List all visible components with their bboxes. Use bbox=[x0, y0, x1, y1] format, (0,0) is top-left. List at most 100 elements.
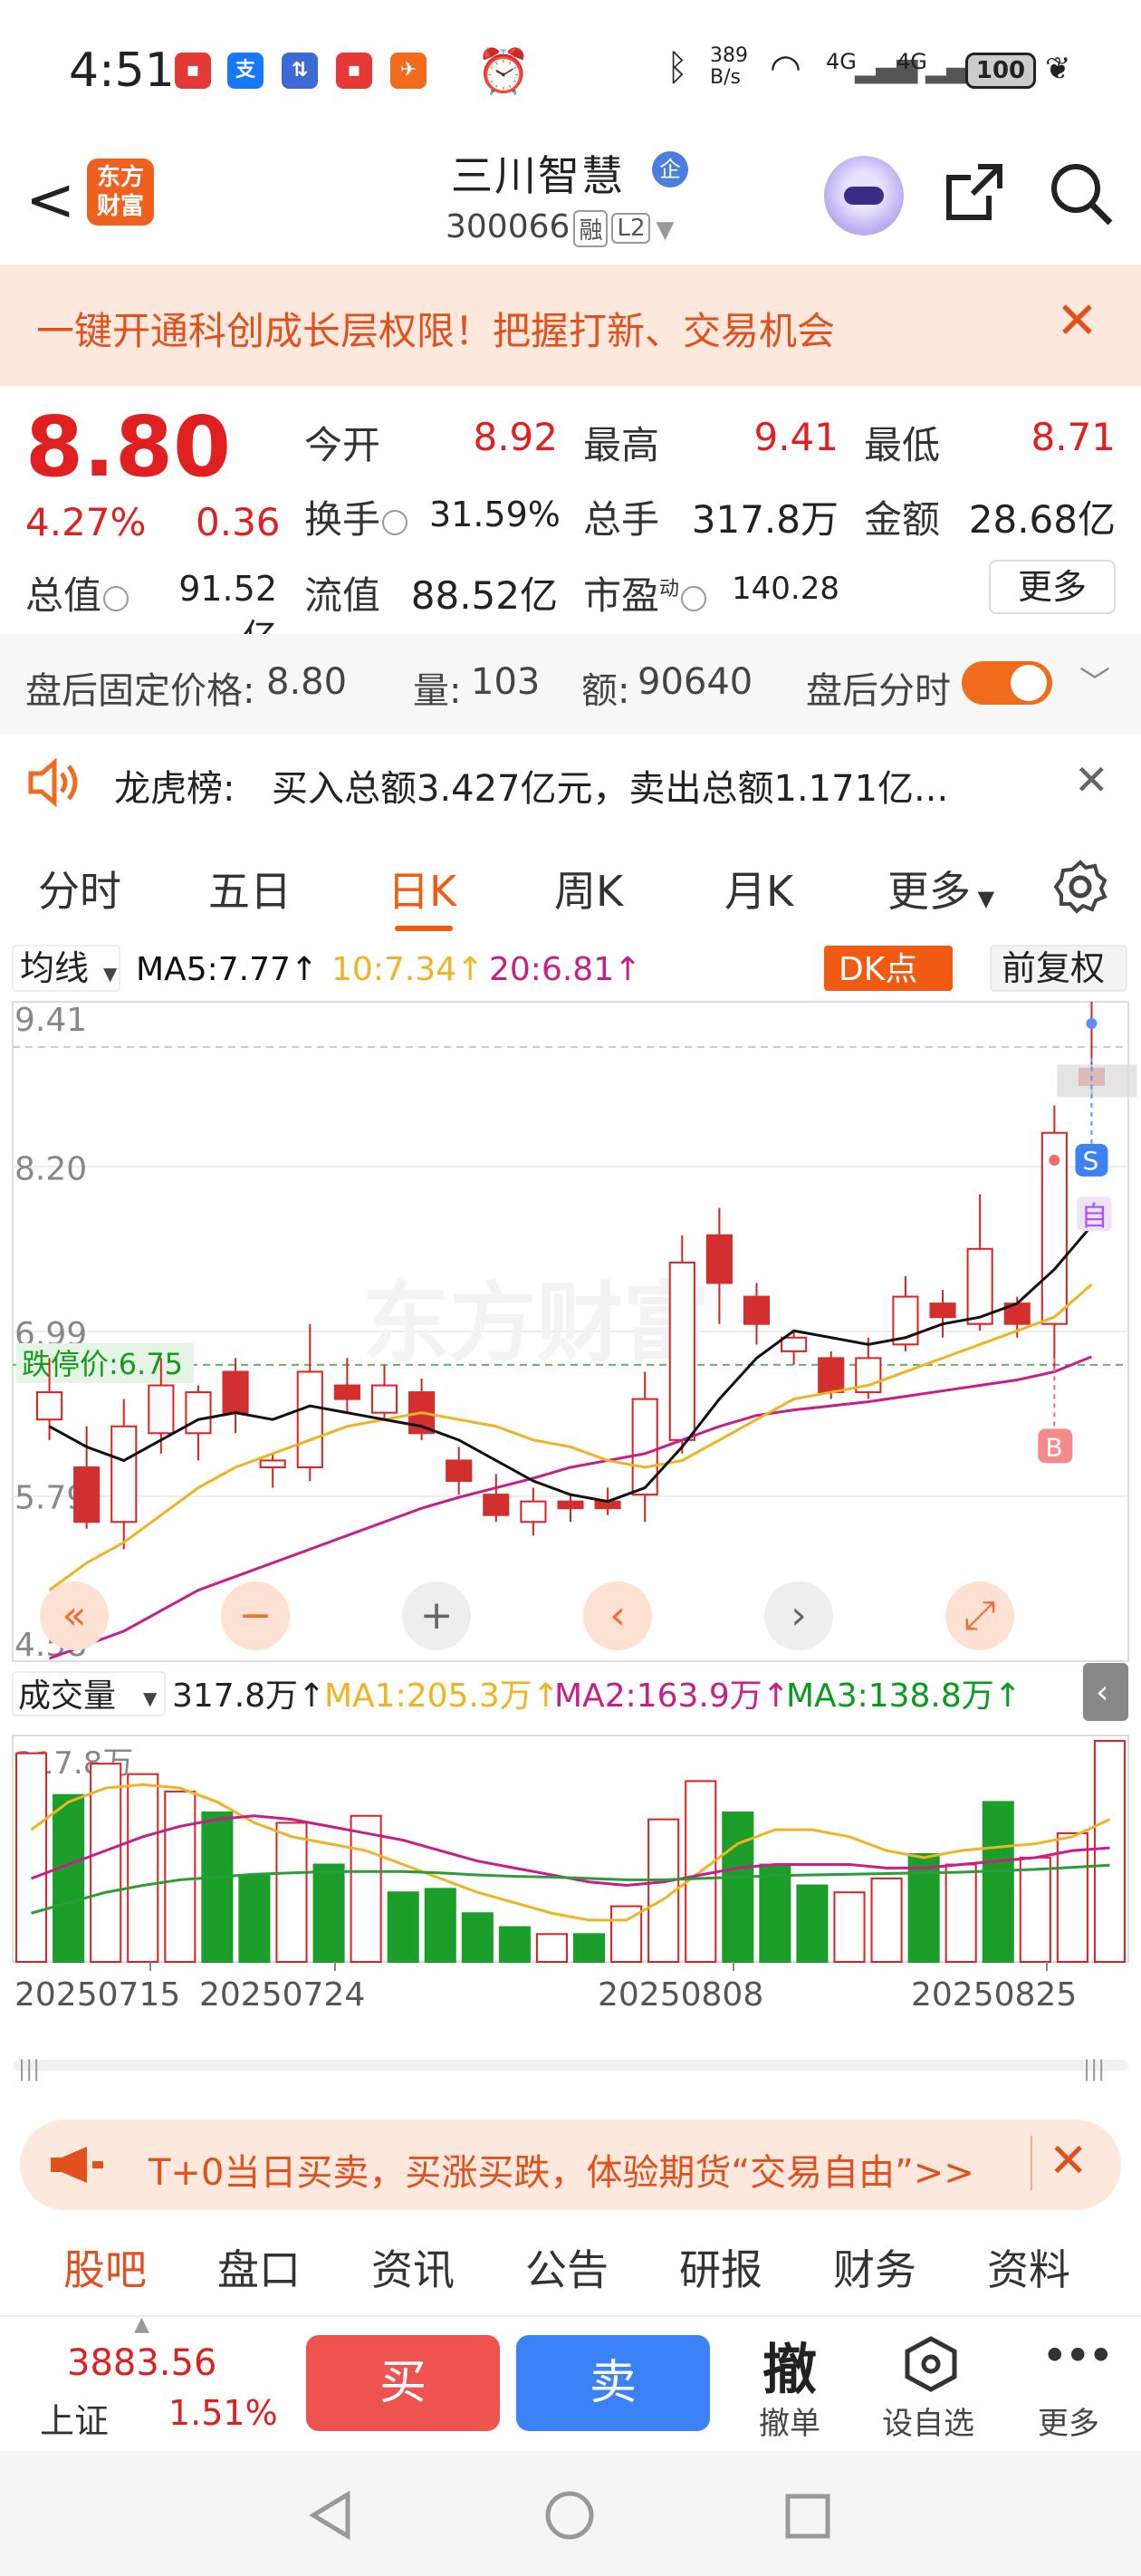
transfer-app-icon: ⇅ bbox=[282, 53, 318, 89]
info-icon-2[interactable] bbox=[103, 585, 129, 611]
battery-icon: 100 bbox=[965, 53, 1036, 89]
caret-down-icon: ▼ bbox=[103, 963, 118, 985]
ma20-label: 20:6.81↑ bbox=[489, 951, 641, 988]
system-nav-bar bbox=[0, 2451, 1141, 2576]
open-label: 今开 bbox=[304, 423, 381, 467]
tab-guba[interactable]: 股吧 bbox=[63, 2237, 147, 2297]
after-timeshare-toggle[interactable] bbox=[962, 661, 1052, 705]
back-button[interactable]: < bbox=[25, 165, 75, 235]
share-icon[interactable] bbox=[942, 159, 1007, 225]
more-label[interactable]: 更多 bbox=[1038, 2398, 1099, 2443]
search-icon[interactable] bbox=[1047, 159, 1116, 228]
volume-bar-25 bbox=[944, 1863, 977, 1963]
volume-bar-13 bbox=[498, 1926, 531, 1964]
alarm-icon: ⏰ bbox=[476, 46, 531, 97]
add-watchlist-label[interactable]: 设自选 bbox=[882, 2398, 974, 2443]
vol-ma2: MA2:163.9万↑ bbox=[554, 1677, 790, 1715]
candle-body-20 bbox=[781, 1336, 808, 1352]
self-marker: 自 bbox=[1080, 1201, 1107, 1233]
pe-label-text: 市盈 bbox=[583, 573, 660, 618]
alipay-icon: 支 bbox=[227, 53, 264, 89]
low-label: 最低 bbox=[864, 423, 941, 467]
buy-button[interactable]: 买 bbox=[306, 2335, 500, 2431]
promo-banner[interactable]: 一键开通科创成长层权限！把握打新、交易机会 ✕ bbox=[0, 264, 1141, 386]
add-watchlist-icon[interactable] bbox=[902, 2335, 960, 2393]
tab-five-day[interactable]: 五日 bbox=[208, 859, 292, 918]
kline-chart[interactable]: 均线 ▼ MA5:7.77↑ 10:7.34↑ 20:6.81↑ DK点 前复权 9.41 8.… bbox=[0, 937, 1141, 2096]
settings-gear-icon[interactable] bbox=[1052, 859, 1108, 915]
nav-recents-icon[interactable] bbox=[784, 2493, 831, 2540]
more-quote-button[interactable]: 更多 bbox=[989, 560, 1116, 614]
stock-code-row[interactable]: 300066 融 L2 ▼ bbox=[446, 208, 674, 247]
tab-finance[interactable]: 财务 bbox=[833, 2237, 916, 2297]
price-highlight bbox=[1057, 1064, 1137, 1098]
volume-bar-19 bbox=[722, 1811, 754, 1963]
tab-pankou[interactable]: 盘口 bbox=[217, 2237, 301, 2297]
dragon-tiger-bar[interactable]: 龙虎榜: 买入总额3.427亿元，卖出总额1.171亿... ✕ bbox=[0, 735, 1141, 826]
float-cap-label: 流值 bbox=[304, 573, 381, 618]
volume-bar-8 bbox=[312, 1863, 345, 1963]
volume-value: 317.8万 bbox=[691, 497, 839, 542]
more-dots-icon[interactable]: ••• bbox=[1041, 2330, 1115, 2382]
current-price: 8.80 bbox=[25, 399, 231, 495]
sell-button[interactable]: 卖 bbox=[516, 2335, 710, 2431]
megaphone-icon bbox=[51, 2147, 103, 2183]
signal-4g-label: 4G bbox=[826, 49, 857, 74]
kline-chart-area[interactable]: 均线 ▼ MA5:7.77↑ 10:7.34↑ 20:6.81↑ DK点 前复权 9.41 8.… bbox=[0, 937, 1141, 2096]
volume-bar-7 bbox=[275, 1821, 308, 1963]
chevron-down-icon-2[interactable]: ﹀ bbox=[1079, 658, 1110, 702]
tab-intraday[interactable]: 分时 bbox=[38, 859, 121, 918]
ai-assistant-icon[interactable] bbox=[824, 156, 904, 235]
after-price-value: 8.80 bbox=[266, 661, 348, 703]
tab-research[interactable]: 研报 bbox=[679, 2237, 762, 2297]
margin-tag: 融 bbox=[573, 209, 609, 247]
tab-daily-k[interactable]: 日K bbox=[388, 859, 456, 918]
volume-bar-27 bbox=[1019, 1856, 1051, 1964]
tab-profile[interactable]: 资料 bbox=[987, 2237, 1070, 2297]
info-icon[interactable] bbox=[382, 509, 408, 535]
eastmoney-logo[interactable]: 东方 财富 bbox=[87, 159, 154, 226]
tab-announcements[interactable]: 公告 bbox=[525, 2237, 609, 2297]
caret-up-icon[interactable]: ▲ bbox=[134, 2313, 149, 2336]
tab-news[interactable]: 资讯 bbox=[371, 2237, 455, 2297]
index-change: 1.51% bbox=[168, 2393, 278, 2433]
chevron-down-icon[interactable]: ▼ bbox=[656, 216, 674, 244]
volume-bar-26 bbox=[982, 1801, 1014, 1963]
volume-bar-24 bbox=[907, 1852, 940, 1963]
huawei-app-icon-2: ▪ bbox=[336, 53, 372, 89]
cancel-order-label[interactable]: 撤单 bbox=[759, 2398, 820, 2443]
change-amount: 0.36 bbox=[196, 500, 281, 544]
close-icon[interactable]: ✕ bbox=[1056, 292, 1098, 351]
futures-promo-banner[interactable]: T+0当日买卖，买涨买跌，体验期货“交易自由”>> ✕ bbox=[20, 2119, 1121, 2210]
close-icon-3[interactable]: ✕ bbox=[1049, 2134, 1088, 2188]
candle-body-6 bbox=[259, 1459, 286, 1468]
dk-label: DK点 bbox=[839, 951, 917, 988]
cancel-order-icon[interactable]: 撤 bbox=[762, 2326, 817, 2405]
chevron-left-icon-2: ‹ bbox=[1096, 1674, 1108, 1711]
ma10-label: 10:7.34↑ bbox=[331, 951, 484, 988]
scroll-handle-left: ||| bbox=[18, 2056, 40, 2081]
after-qty-value: 103 bbox=[471, 661, 541, 703]
tab-more[interactable]: 更多 ▼ bbox=[887, 859, 994, 918]
turnover-label-text: 换手 bbox=[304, 497, 381, 542]
close-icon-2[interactable]: ✕ bbox=[1074, 755, 1109, 804]
logo-text: 东方 财富 bbox=[96, 164, 144, 220]
index-value[interactable]: 3883.56 bbox=[67, 2342, 216, 2384]
volume-bar-22 bbox=[833, 1891, 866, 1964]
tab-weekly-k[interactable]: 周K bbox=[554, 859, 623, 918]
info-icon-3[interactable] bbox=[681, 585, 707, 611]
active-tab-indicator bbox=[395, 926, 453, 931]
tab-monthly-k[interactable]: 月K bbox=[724, 859, 793, 918]
open-value: 8.92 bbox=[473, 415, 558, 459]
after-amt-value: 90640 bbox=[638, 661, 753, 703]
candle-body-0 bbox=[35, 1391, 63, 1421]
candle-body-17 bbox=[668, 1261, 695, 1441]
nav-home-icon[interactable] bbox=[543, 2489, 596, 2542]
after-amt-label: 额: bbox=[581, 670, 630, 712]
candle-body-24 bbox=[929, 1302, 956, 1319]
chevron-right-icon: › bbox=[791, 1592, 807, 1639]
after-hours-bar: 盘后固定价格: 8.80 量: 103 额: 90640 盘后分时 ﹀ bbox=[0, 634, 1141, 735]
promo-text: 一键开通科创成长层权限！把握打新、交易机会 bbox=[36, 309, 836, 353]
nav-back-icon[interactable] bbox=[306, 2489, 355, 2542]
high-value: 9.41 bbox=[753, 415, 839, 459]
